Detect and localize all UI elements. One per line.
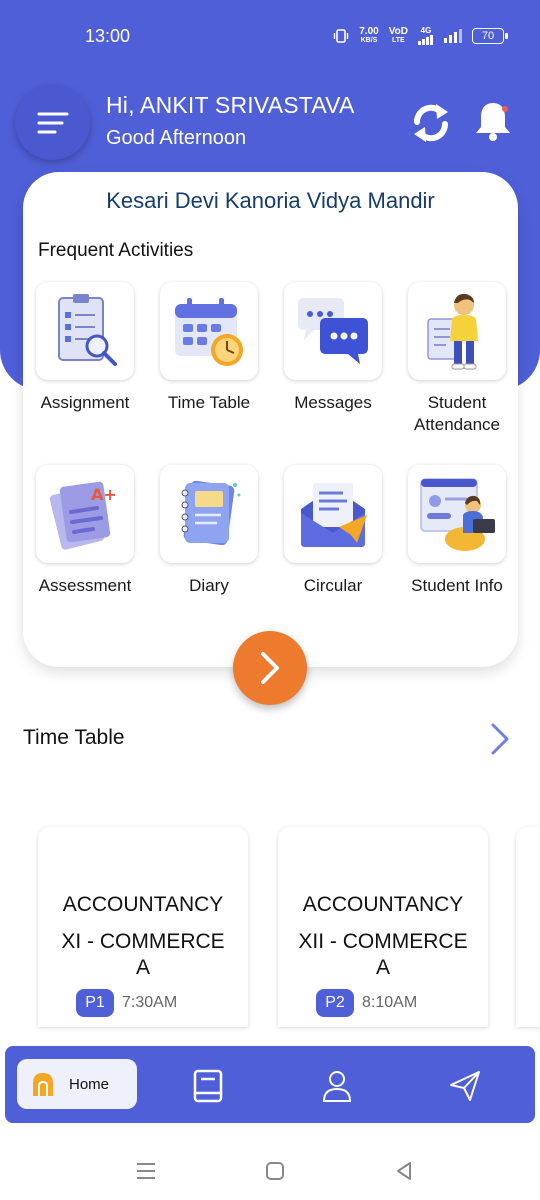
menu-button[interactable] (15, 85, 90, 160)
profile-icon (322, 1071, 352, 1102)
network-type: 4G (420, 26, 432, 35)
class-name: XI - COMMERCE A (61, 930, 225, 979)
notifications-button[interactable] (468, 96, 518, 146)
more-activities-button[interactable] (233, 631, 307, 705)
home-system-button[interactable] (260, 1156, 290, 1186)
vibrate-icon (334, 28, 349, 43)
diary-tile[interactable] (160, 465, 258, 563)
school-name: Kesari Devi Kanoria Vidya Mandir (106, 188, 435, 213)
period-badge: P2 (316, 989, 354, 1017)
assignment-icon (58, 294, 117, 366)
system-navigation (0, 1140, 540, 1200)
lte-label: LTE (392, 36, 405, 44)
user-greeting-name: Hi, ANKIT SRIVASTAVA (106, 92, 355, 118)
activity-circular[interactable]: Circular (271, 465, 395, 597)
nav-profile[interactable] (317, 1066, 357, 1106)
activity-label: Assessment (38, 576, 132, 595)
signal-icon-2 (444, 28, 462, 43)
time-table-card[interactable]: ACCOUNTANCY XI - COMMERCE A P1 7:30AM (38, 827, 248, 1027)
time-table-view-all-button[interactable] (488, 722, 512, 761)
activity-diary[interactable]: Diary (147, 465, 271, 597)
messages-icon (298, 298, 368, 364)
student-info-icon (420, 478, 495, 551)
status-bar: 13:00 7.00 KB/S VoD LTE 4G 70 (0, 0, 540, 72)
activity-assessment[interactable]: A+ Assessment (23, 465, 147, 597)
activity-messages[interactable]: Messages (271, 282, 395, 414)
volte-indicator: VoD LTE (388, 25, 408, 45)
signal-icon (418, 35, 433, 45)
square-icon (266, 1162, 284, 1180)
refresh-icon (413, 104, 449, 142)
activity-student-info[interactable]: Student Info (395, 465, 519, 597)
back-button[interactable] (389, 1156, 419, 1186)
subject-name: ACCOUNTANCY (302, 893, 464, 916)
greeting: Hi, ANKIT SRIVASTAVA Good Afternoon (106, 92, 355, 150)
network-speed-value: 7.00 (359, 25, 379, 37)
nav-book[interactable] (188, 1066, 228, 1106)
time-table-tile[interactable] (160, 282, 258, 380)
student-attendance-tile[interactable] (408, 282, 506, 380)
period-row: P1 7:30AM (76, 989, 177, 1017)
back-triangle-icon (397, 1162, 411, 1180)
activity-label: Circular (303, 576, 363, 595)
period-badge: P1 (76, 989, 114, 1017)
nav-home[interactable]: Home (17, 1059, 137, 1109)
period-time: 7:30AM (122, 994, 178, 1011)
time-table-card[interactable]: ACCOUNTANCY XII - COMMERCE A P2 8:10AM (278, 827, 488, 1027)
nav-send[interactable] (445, 1066, 485, 1106)
time-table-title: Time Table (23, 726, 125, 749)
frequent-activities-title: Frequent Activities (38, 240, 194, 261)
home-screen: 13:00 7.00 KB/S VoD LTE 4G 70 Hi, ANKIT … (0, 0, 540, 1200)
circular-tile[interactable] (284, 465, 382, 563)
nav-home-label: Home (69, 1075, 110, 1093)
diary-icon (181, 480, 241, 546)
battery-indicator: 70 (472, 27, 508, 44)
period-time: 8:10AM (362, 994, 418, 1011)
bell-icon (476, 103, 510, 141)
assessment-icon: A+ (49, 481, 117, 550)
activity-assignment[interactable]: Assignment (23, 282, 147, 414)
book-icon (193, 1069, 223, 1103)
activity-label: Student Attendance (413, 393, 500, 434)
activity-label: Diary (189, 576, 229, 595)
student-info-tile[interactable] (408, 465, 506, 563)
time-table-card-peek[interactable] (516, 827, 540, 1027)
volte-label: VoD (388, 25, 408, 37)
class-name: XII - COMMERCE A (298, 930, 468, 979)
activity-label: Assignment (40, 393, 130, 412)
activities-card: Kesari Devi Kanoria Vidya Mandir Frequen… (23, 172, 518, 667)
menu-icon (37, 112, 68, 133)
assessment-tile[interactable]: A+ (36, 465, 134, 563)
home-icon (33, 1073, 53, 1096)
recent-apps-button[interactable] (131, 1156, 161, 1186)
chevron-right-icon (261, 652, 279, 684)
bottom-navigation: Home (5, 1046, 535, 1123)
student-attendance-icon (427, 293, 478, 370)
activity-student-attendance[interactable]: Student Attendance (395, 282, 519, 436)
messages-tile[interactable] (284, 282, 382, 380)
recent-apps-icon (137, 1163, 155, 1179)
send-icon (450, 1071, 480, 1101)
status-icons: 7.00 KB/S VoD LTE 4G 70 (333, 25, 508, 45)
refresh-button[interactable] (404, 96, 458, 150)
signal-4g: 4G (418, 26, 434, 45)
activity-label: Time Table (167, 393, 251, 412)
svg-text:A+: A+ (91, 485, 117, 504)
activity-label: Messages (294, 393, 372, 412)
chevron-right-icon (491, 723, 509, 755)
calendar-icon (175, 298, 243, 366)
network-speed-unit: KB/S (360, 36, 378, 44)
subject-name: ACCOUNTANCY (62, 893, 224, 916)
activity-time-table[interactable]: Time Table (147, 282, 271, 414)
period-row: P2 8:10AM (316, 989, 417, 1017)
circular-icon (301, 483, 367, 547)
activity-label: Student Info (411, 576, 503, 595)
greeting-subtitle: Good Afternoon (106, 127, 247, 149)
assignment-tile[interactable] (36, 282, 134, 380)
network-speed: 7.00 KB/S (359, 25, 379, 45)
status-time: 13:00 (85, 26, 131, 46)
